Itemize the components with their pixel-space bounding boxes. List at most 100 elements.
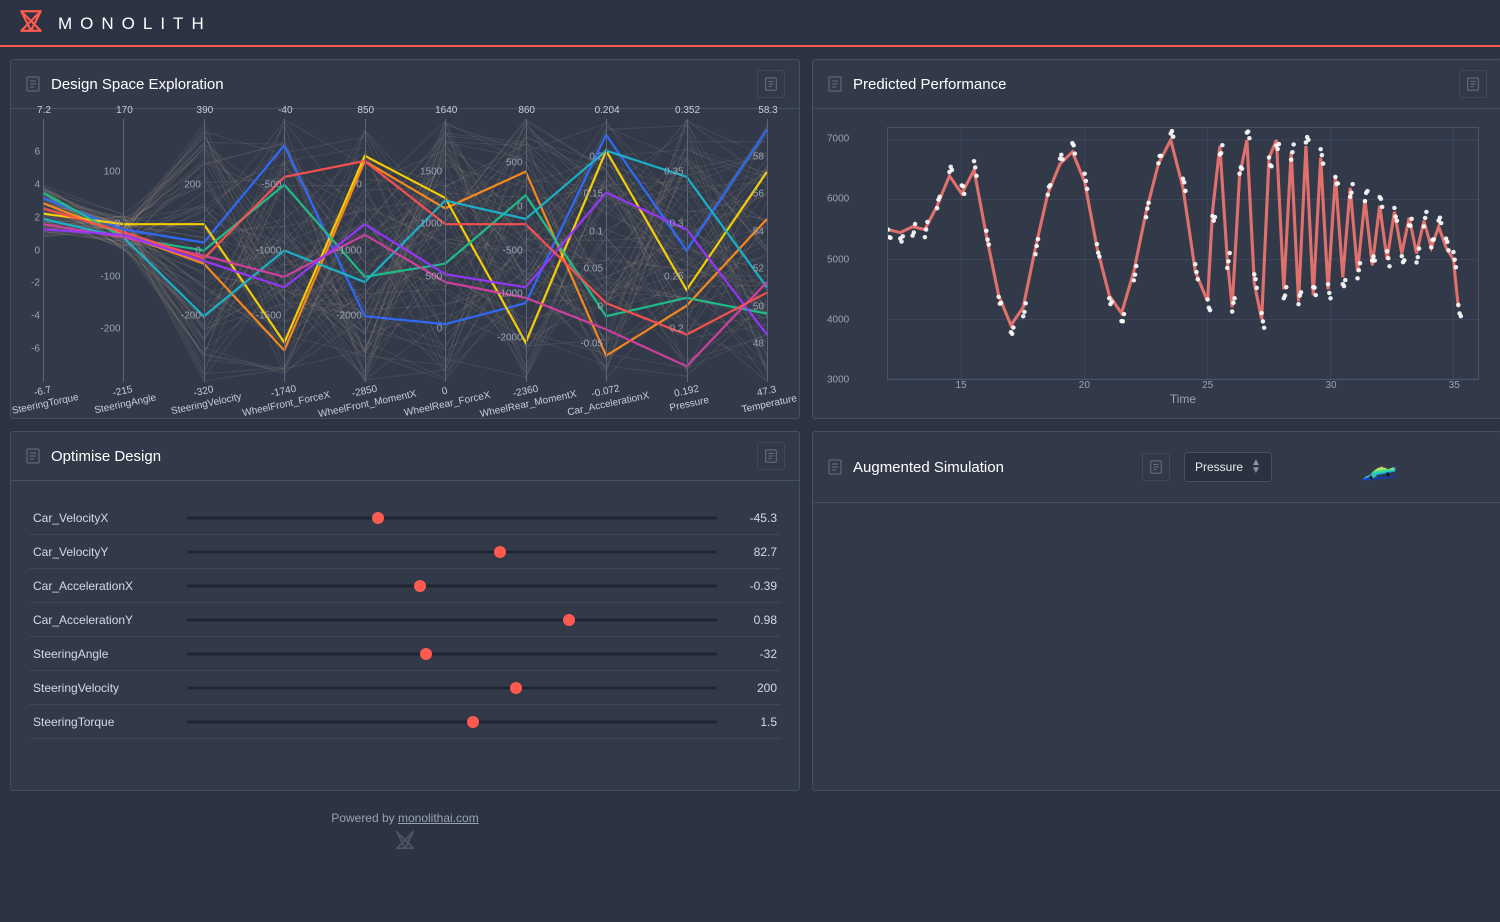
slider-thumb[interactable]	[510, 682, 522, 694]
pc-tick: 0	[396, 324, 442, 335]
footer-link[interactable]: monolithai.com	[398, 811, 479, 825]
slider-thumb[interactable]	[414, 580, 426, 592]
slider-row-Car_VelocityX: Car_VelocityX-45.3	[29, 501, 781, 535]
pc-axis-max: 58.3	[748, 105, 788, 116]
pc-tick: -500	[477, 245, 523, 256]
slider-track[interactable]	[187, 506, 717, 530]
pc-axis-WheelFront_MomentX[interactable]: 8500-1000-2000-2850WheelFront_MomentX	[365, 119, 366, 382]
slider-row-Car_VelocityY: Car_VelocityY82.7	[29, 535, 781, 569]
pc-tick: 48	[718, 339, 764, 350]
field-select-dropdown[interactable]: Pressure ▲▼	[1184, 452, 1272, 482]
pc-tick: -200	[74, 324, 120, 335]
slider-value: -32	[731, 647, 777, 661]
pc-tick: 0.15	[557, 189, 603, 200]
pc-tick: -6	[10, 344, 40, 355]
slider-track[interactable]	[187, 710, 717, 734]
pc-tick: 0.2	[638, 324, 684, 335]
panel-notes-button[interactable]	[1142, 453, 1170, 481]
panel-optimise-design: Optimise Design Car_VelocityX-45.3Car_Ve…	[10, 431, 800, 791]
pc-tick: 0	[10, 245, 40, 256]
predicted-performance-plot[interactable]: WheelRear_ForceZ300040005000600070001520…	[827, 119, 1487, 408]
y-tick: 4000	[827, 314, 849, 325]
slider-track[interactable]	[187, 540, 717, 564]
panel-notes-button[interactable]	[757, 70, 785, 98]
pc-axis-max: 170	[104, 105, 144, 116]
pc-axis-max: 850	[346, 105, 386, 116]
pc-axis-max: 390	[185, 105, 225, 116]
pc-tick: 56	[718, 189, 764, 200]
pc-axis-WheelRear_MomentX[interactable]: 8605000-500-1000-2000-2360WheelRear_Mome…	[526, 119, 527, 382]
slider-label: Car_AccelerationY	[33, 613, 173, 627]
pc-tick: 0	[74, 219, 120, 230]
x-tick: 30	[1325, 380, 1336, 391]
pc-axis-max: 1640	[426, 105, 466, 116]
pc-axis-Temperature[interactable]: 58.358565452504847.3Temperature	[767, 119, 768, 382]
pc-axis-Pressure[interactable]: 0.3520.350.30.250.20.192Pressure	[687, 119, 688, 382]
pc-tick: -2000	[316, 311, 362, 322]
footer: Powered by monolithai.com	[10, 803, 800, 858]
panel-title: Optimise Design	[51, 448, 757, 465]
panel-notes-button[interactable]	[757, 442, 785, 470]
simulation-viewport[interactable]	[1290, 462, 1467, 482]
pc-tick: 0.05	[557, 264, 603, 275]
slider-thumb[interactable]	[494, 546, 506, 558]
pc-axis-WheelFront_ForceX[interactable]: -40-500-1000-1500-1740WheelFront_ForceX	[284, 119, 285, 382]
pc-axis-Car_AccelerationX[interactable]: 0.2040.20.150.10.050-0.05-0.072Car_Accel…	[606, 119, 607, 382]
slider-value: 82.7	[731, 545, 777, 559]
slider-track[interactable]	[187, 608, 717, 632]
panel-design-space: Design Space Exploration 7.26420-2-4-6-6…	[10, 59, 800, 419]
pc-axis-SteeringVelocity[interactable]: 3902000-200-320SteeringVelocity	[204, 119, 205, 382]
panel-augmented-simulation: Augmented Simulation Pressure ▲▼	[812, 431, 1500, 791]
x-tick: 35	[1449, 380, 1460, 391]
y-tick: 3000	[827, 375, 849, 386]
pc-axis-WheelRear_ForceX[interactable]: 16401500100050000WheelRear_ForceX	[445, 119, 446, 382]
sort-icon: ▲▼	[1251, 459, 1261, 475]
pc-tick: -4	[10, 311, 40, 322]
slider-thumb[interactable]	[420, 648, 432, 660]
pc-tick: -2	[10, 278, 40, 289]
slider-track[interactable]	[187, 676, 717, 700]
slider-value: 1.5	[731, 715, 777, 729]
panel-head-design-space: Design Space Exploration	[11, 60, 799, 109]
pc-tick: -1000	[235, 245, 281, 256]
pc-tick: -1500	[235, 311, 281, 322]
slider-track[interactable]	[187, 642, 717, 666]
slider-thumb[interactable]	[467, 716, 479, 728]
panel-notes-button[interactable]	[1459, 70, 1487, 98]
pc-tick: -100	[74, 271, 120, 282]
x-axis-label: Time	[887, 392, 1479, 406]
brand-text: MONOLITH	[58, 14, 212, 34]
y-tick: 6000	[827, 194, 849, 205]
x-tick: 25	[1202, 380, 1213, 391]
slider-value: -0.39	[731, 579, 777, 593]
pc-tick: 2	[10, 212, 40, 223]
pc-tick: -500	[235, 179, 281, 190]
panel-head-predicted: Predicted Performance	[813, 60, 1500, 109]
pc-axis-SteeringAngle[interactable]: 1701000-100-200-215SteeringAngle	[123, 119, 124, 382]
slider-thumb[interactable]	[372, 512, 384, 524]
pc-tick: 0.35	[638, 166, 684, 177]
slider-thumb[interactable]	[563, 614, 575, 626]
app-header: MONOLITH	[0, 0, 1500, 47]
y-tick: 5000	[827, 254, 849, 265]
pc-tick: 1500	[396, 166, 442, 177]
pc-tick: 0.2	[557, 151, 603, 162]
pc-tick: 0	[477, 201, 523, 212]
footer-text: Powered by	[331, 811, 398, 825]
pc-axis-max: 0.204	[587, 105, 627, 116]
panel-title: Predicted Performance	[853, 76, 1459, 93]
document-icon	[25, 76, 41, 92]
panel-head-augmented: Augmented Simulation Pressure ▲▼	[813, 432, 1500, 503]
panel-title: Design Space Exploration	[51, 76, 757, 93]
pc-axis-SteeringTorque[interactable]: 7.26420-2-4-6-6.7SteeringTorque	[43, 119, 44, 382]
pc-tick: 200	[155, 179, 201, 190]
slider-track[interactable]	[187, 574, 717, 598]
parallel-coordinates-plot[interactable]: 7.26420-2-4-6-6.7SteeringTorque 1701000-1…	[25, 119, 785, 408]
panel-predicted-performance: Predicted Performance WheelRear_ForceZ30…	[812, 59, 1500, 419]
pc-tick: -0.05	[557, 339, 603, 350]
pc-tick: -1000	[477, 289, 523, 300]
pc-tick: 6	[10, 146, 40, 157]
pc-tick: 0.25	[638, 271, 684, 282]
dropdown-label: Pressure	[1195, 460, 1243, 474]
pc-tick: 500	[477, 157, 523, 168]
